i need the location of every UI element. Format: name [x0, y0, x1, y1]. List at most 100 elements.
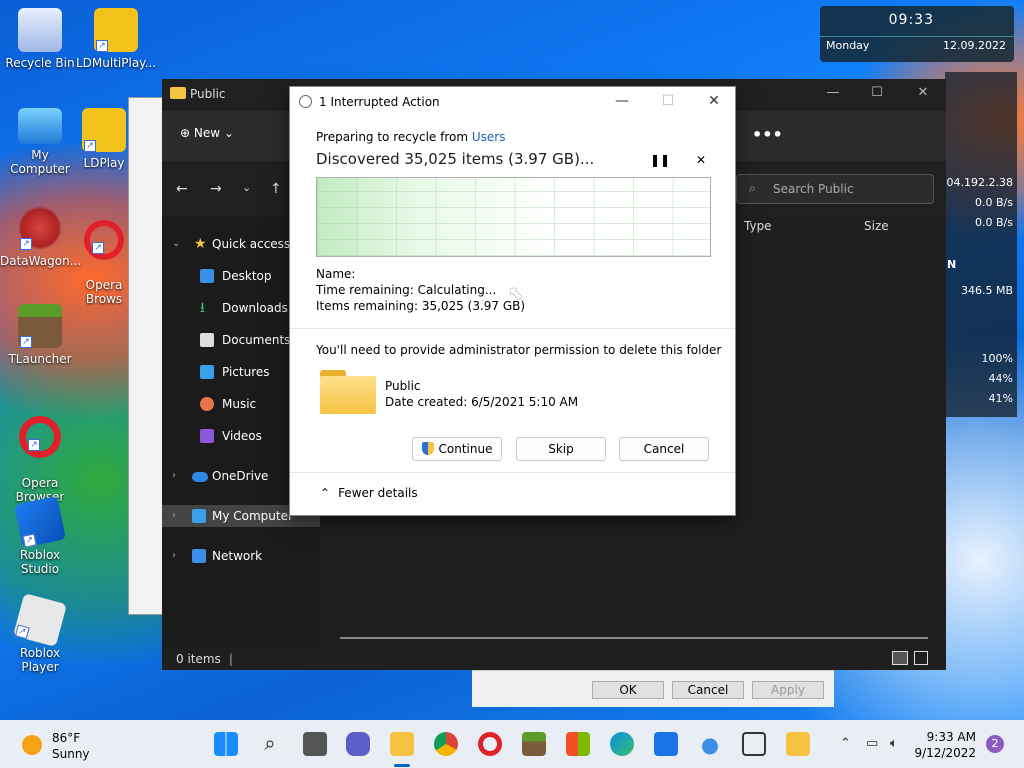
large-icons-view-icon[interactable]: [914, 651, 928, 665]
edge-icon[interactable]: [610, 732, 634, 756]
desktop-icon-ldmultiplayer[interactable]: ↗ LDMultiPlay...: [76, 8, 156, 70]
search-icon[interactable]: ⌕: [258, 732, 282, 756]
droplet-icon[interactable]: [698, 732, 722, 756]
minimize-icon[interactable]: —: [818, 85, 848, 100]
column-header-size[interactable]: Size: [864, 219, 889, 233]
network-icon: [192, 549, 206, 563]
roblox-player-icon: ↗: [13, 593, 67, 647]
sidebar-item-documents[interactable]: Documents: [200, 329, 290, 351]
sidebar-label: Documents: [222, 333, 291, 347]
chat-icon[interactable]: [346, 732, 370, 756]
recycle-bin-icon: [18, 8, 62, 52]
stop-icon[interactable]: ✕: [696, 153, 706, 167]
explorer-title: Public: [190, 87, 226, 101]
microsoft-store-icon[interactable]: [566, 732, 590, 756]
taskbar-date: 9/12/2022: [914, 746, 976, 760]
discovered-heading: Discovered 35,025 items (3.97 GB)...: [316, 150, 595, 168]
desktop-icon-label: Roblox Player: [19, 646, 61, 674]
download-icon: ⭳: [200, 300, 205, 316]
chrome-icon[interactable]: [434, 732, 458, 756]
file-explorer-icon[interactable]: [390, 732, 414, 756]
pause-icon[interactable]: ❚❚: [650, 153, 670, 167]
widget-divider: [820, 36, 1014, 37]
chevron-up-icon: ⌃: [320, 486, 331, 500]
sidebar-item-videos[interactable]: Videos: [200, 425, 262, 447]
sidebar-item-music[interactable]: Music: [200, 393, 256, 415]
folder-icon[interactable]: [786, 732, 810, 756]
forward-icon[interactable]: →: [210, 181, 222, 197]
network-icon[interactable]: ▭: [866, 736, 878, 751]
stat-percent-1: 100%: [981, 352, 1013, 365]
sidebar-item-quick-access[interactable]: ⌄ ★ Quick access: [172, 233, 290, 255]
desktop-icon-my-computer[interactable]: My Computer: [0, 108, 80, 176]
notification-badge[interactable]: 2: [986, 735, 1004, 753]
mail-icon[interactable]: [654, 732, 678, 756]
time-remaining: Time remaining: Calculating...: [316, 283, 497, 297]
desktop-icon-roblox-player[interactable]: ↗ Roblox Player: [0, 593, 80, 674]
taskbar-clock[interactable]: 9:33 AM 9/12/2022: [914, 729, 976, 761]
fewer-details-toggle[interactable]: ⌃ Fewer details: [320, 486, 418, 500]
app-icon[interactable]: [742, 732, 766, 756]
horizontal-scrollbar[interactable]: [340, 637, 928, 639]
start-icon[interactable]: [214, 732, 238, 756]
cloud-icon: [192, 472, 208, 482]
volume-icon[interactable]: 🔈︎: [890, 736, 898, 751]
sidebar-label: Desktop: [222, 269, 272, 283]
sidebar-item-onedrive[interactable]: › OneDrive: [172, 465, 268, 487]
desktop-icon-label: LDMultiPlay...: [76, 56, 157, 70]
maximize-icon[interactable]: ☐: [862, 85, 892, 100]
sidebar-item-downloads[interactable]: ⭳ Downloads: [200, 297, 288, 319]
minimize-icon[interactable]: —: [608, 93, 636, 109]
back-icon[interactable]: ←: [176, 181, 188, 197]
continue-label: Continue: [438, 442, 493, 456]
cancel-button[interactable]: Cancel: [619, 437, 709, 461]
desktop-icon-label: Opera Brows: [85, 278, 123, 306]
opera-icon: ↗: [84, 220, 124, 260]
desktop-icon-label: My Computer: [10, 148, 70, 176]
search-icon: ⌕: [749, 181, 756, 195]
taskbar: 86°F Sunny ⌕ ⌃ ▭ 🔈︎ 9:33 AM 9/12/2022 2: [0, 720, 1024, 768]
column-header-type[interactable]: Type: [744, 219, 772, 233]
desktop-icon-tlauncher[interactable]: ↗ TLauncher: [0, 304, 80, 366]
sidebar-item-desktop[interactable]: Desktop: [200, 265, 272, 287]
bg-apply-button[interactable]: Apply: [752, 681, 824, 699]
recent-chevron-icon[interactable]: ⌄: [242, 181, 251, 194]
opera-icon[interactable]: [478, 732, 502, 756]
chevron-right-icon: ›: [172, 470, 176, 481]
item-count: 0 items: [176, 652, 221, 666]
skip-button[interactable]: Skip: [516, 437, 606, 461]
name-label: Name:: [316, 267, 356, 281]
desktop-icon-ldplayer[interactable]: ↗ LDPlay: [76, 108, 132, 170]
desktop-icon-roblox-studio[interactable]: ↗ Roblox Studio: [0, 495, 80, 576]
desktop-icon-label: DataWagon...: [0, 254, 82, 268]
bg-ok-button[interactable]: OK: [592, 681, 664, 699]
sidebar-item-network[interactable]: › Network: [172, 545, 262, 567]
desktop-icon-label: TLauncher: [8, 352, 72, 366]
uac-shield-icon: [421, 442, 434, 455]
shortcut-arrow-icon: ↗: [22, 533, 37, 548]
sidebar-item-pictures[interactable]: Pictures: [200, 361, 270, 383]
new-button[interactable]: ⊕ New ⌄: [180, 126, 234, 140]
continue-button[interactable]: Continue: [412, 437, 502, 461]
close-icon[interactable]: ✕: [700, 93, 728, 109]
source-link[interactable]: Users: [472, 130, 506, 144]
fewer-details-label: Fewer details: [338, 486, 418, 500]
search-input[interactable]: ⌕ Search Public: [736, 174, 934, 204]
close-icon[interactable]: ✕: [908, 85, 938, 100]
details-view-icon[interactable]: [892, 651, 908, 665]
sidebar-label: Quick access: [212, 237, 291, 251]
upload-speed: 0.0 B/s: [975, 216, 1013, 229]
chevron-down-icon: ⌄: [223, 126, 234, 140]
minecraft-icon[interactable]: [522, 732, 546, 756]
sun-icon: [22, 735, 42, 755]
task-view-icon[interactable]: [303, 732, 327, 756]
chevron-up-icon[interactable]: ⌃: [840, 736, 851, 751]
bg-cancel-button[interactable]: Cancel: [672, 681, 744, 699]
maximize-icon: ☐: [661, 93, 675, 109]
more-options-icon[interactable]: •••: [752, 125, 783, 144]
desktop-icon-recycle-bin[interactable]: Recycle Bin: [0, 8, 80, 70]
sidebar-label: Downloads: [222, 301, 288, 315]
desktop-icon-datawagon[interactable]: ↗ DataWagon...: [0, 206, 82, 268]
desktop-icon-opera-browser-2[interactable]: ↗ Opera Brows: [76, 206, 132, 320]
up-icon[interactable]: ↑: [270, 181, 282, 197]
